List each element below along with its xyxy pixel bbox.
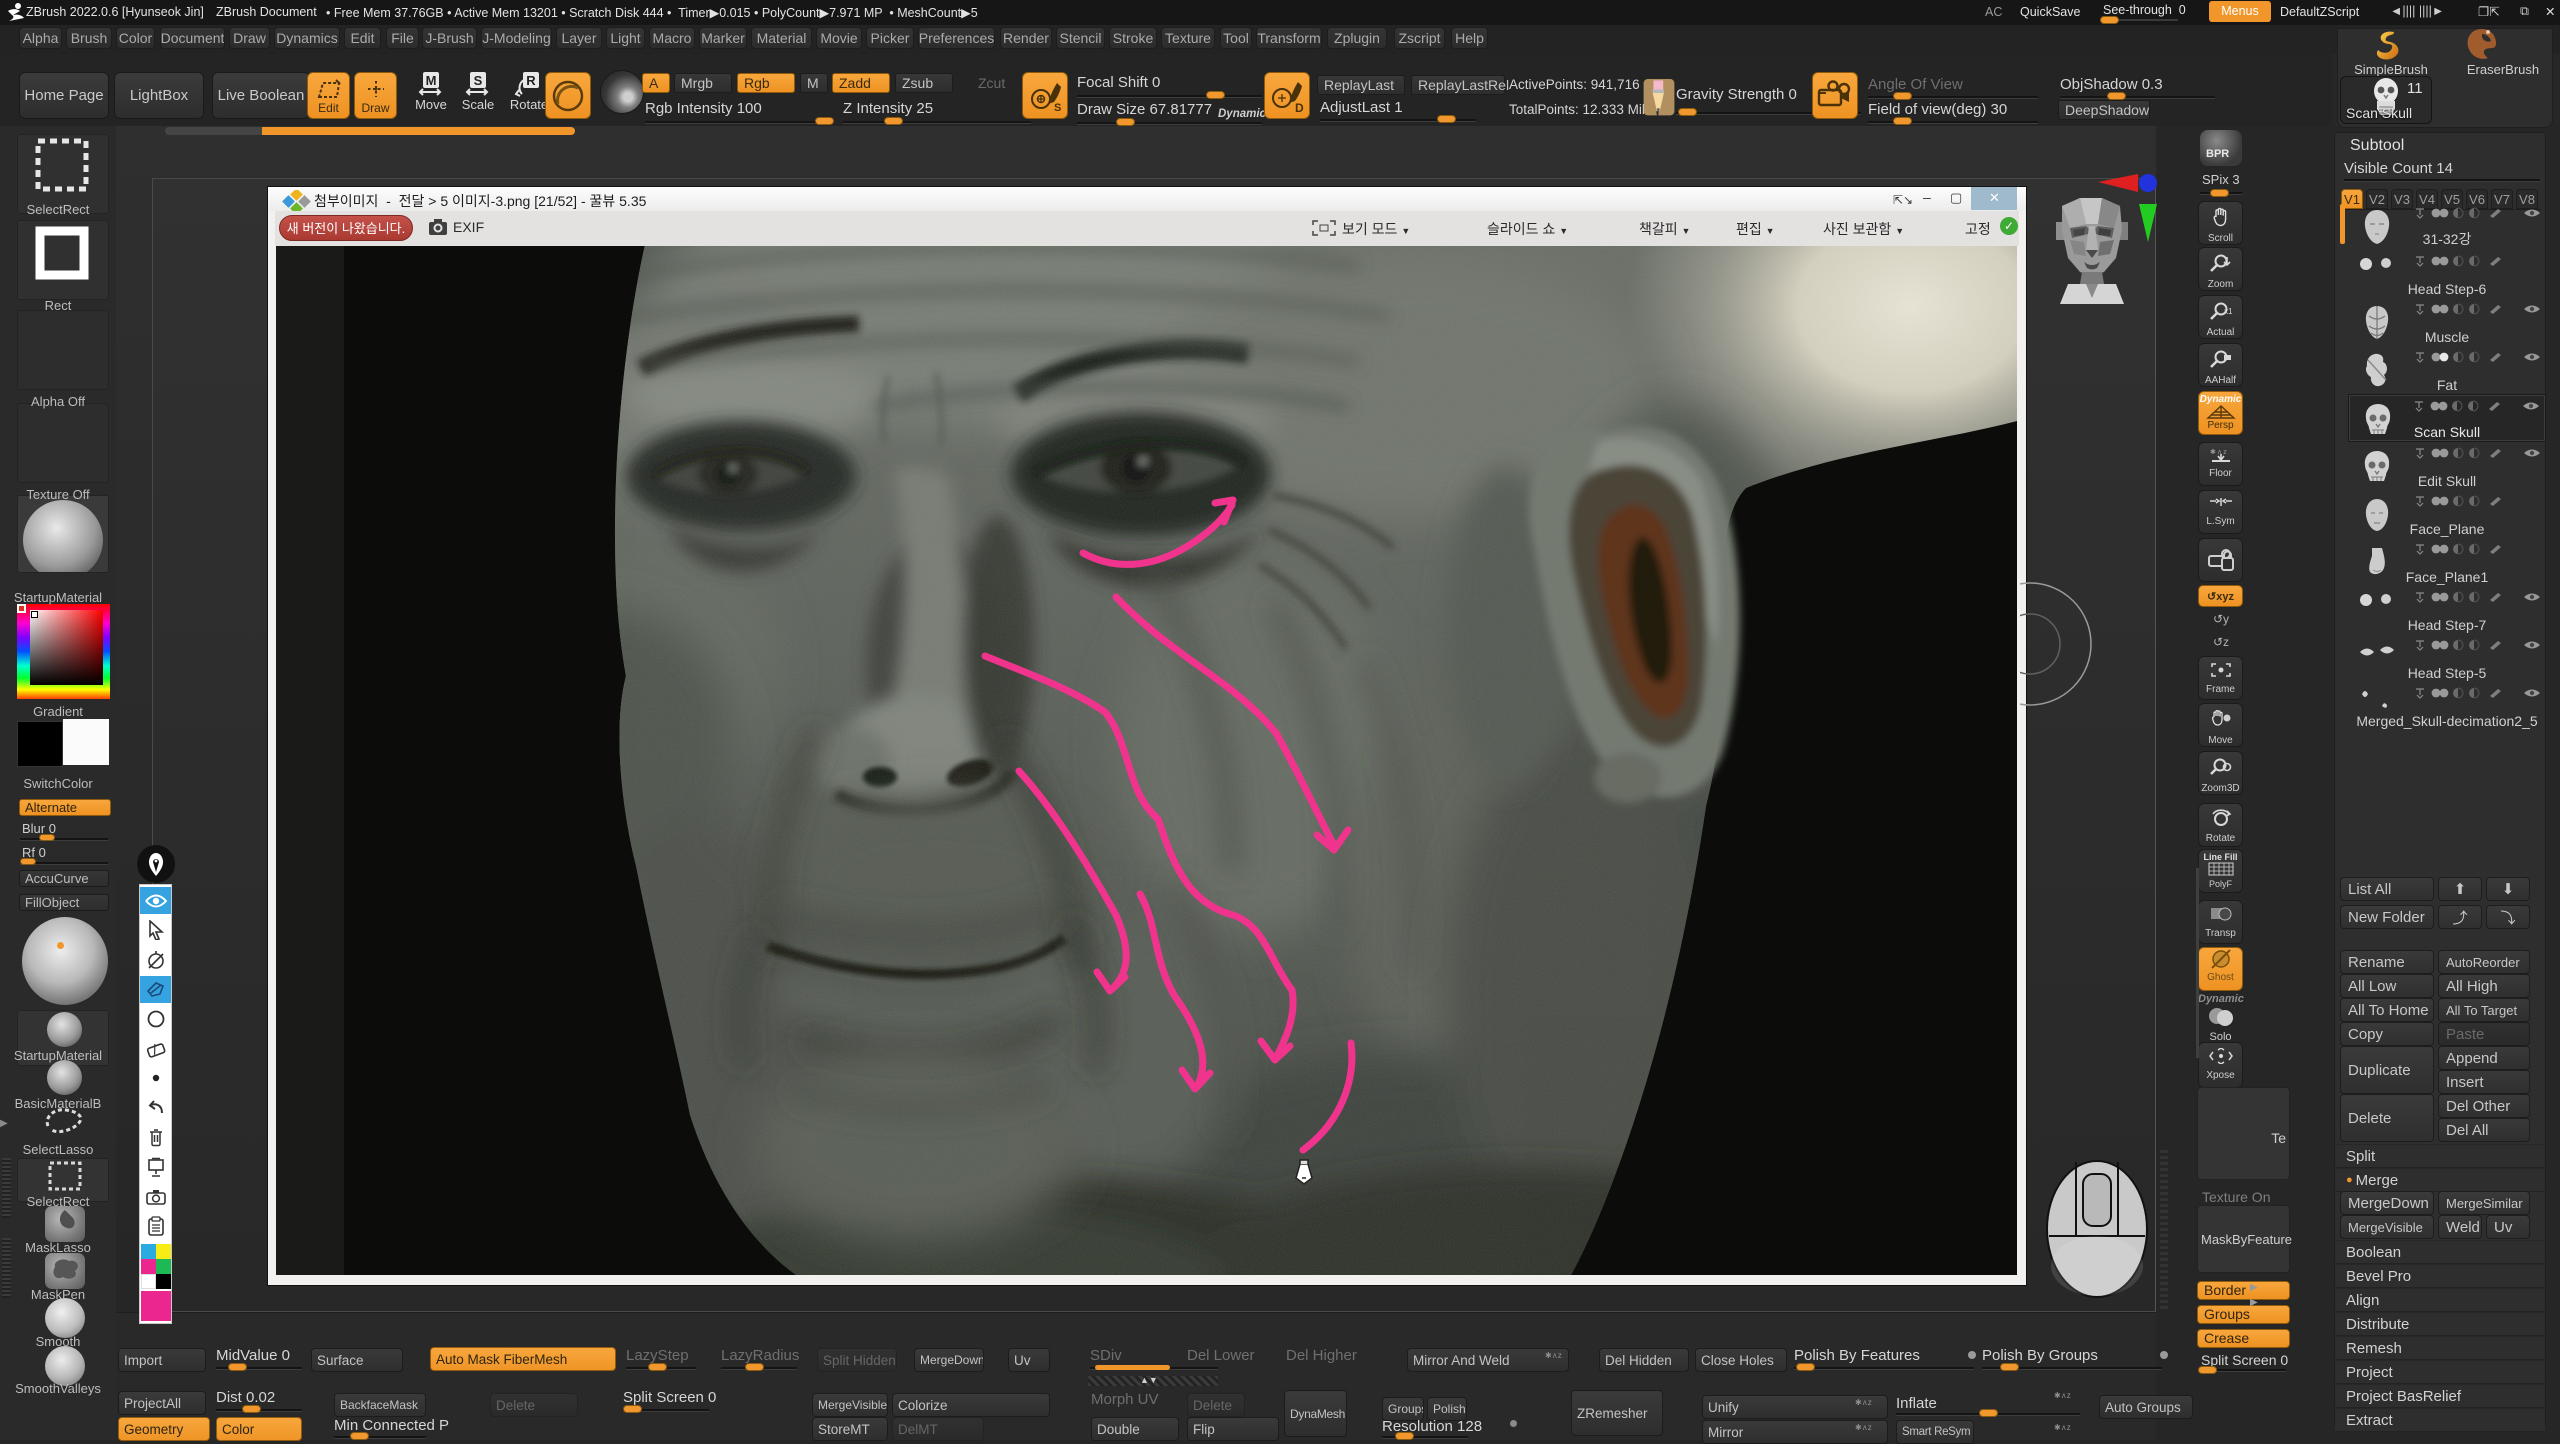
svg-text:✱ ʌ z: ✱ ʌ z	[2210, 448, 2227, 456]
svg-text:M: M	[426, 73, 437, 88]
svg-text:S: S	[1054, 102, 1061, 114]
svg-text:S: S	[474, 73, 483, 88]
svg-text:R: R	[526, 73, 536, 88]
svg-text:x1: x1	[2224, 307, 2232, 316]
svg-text:D: D	[1295, 101, 1304, 115]
